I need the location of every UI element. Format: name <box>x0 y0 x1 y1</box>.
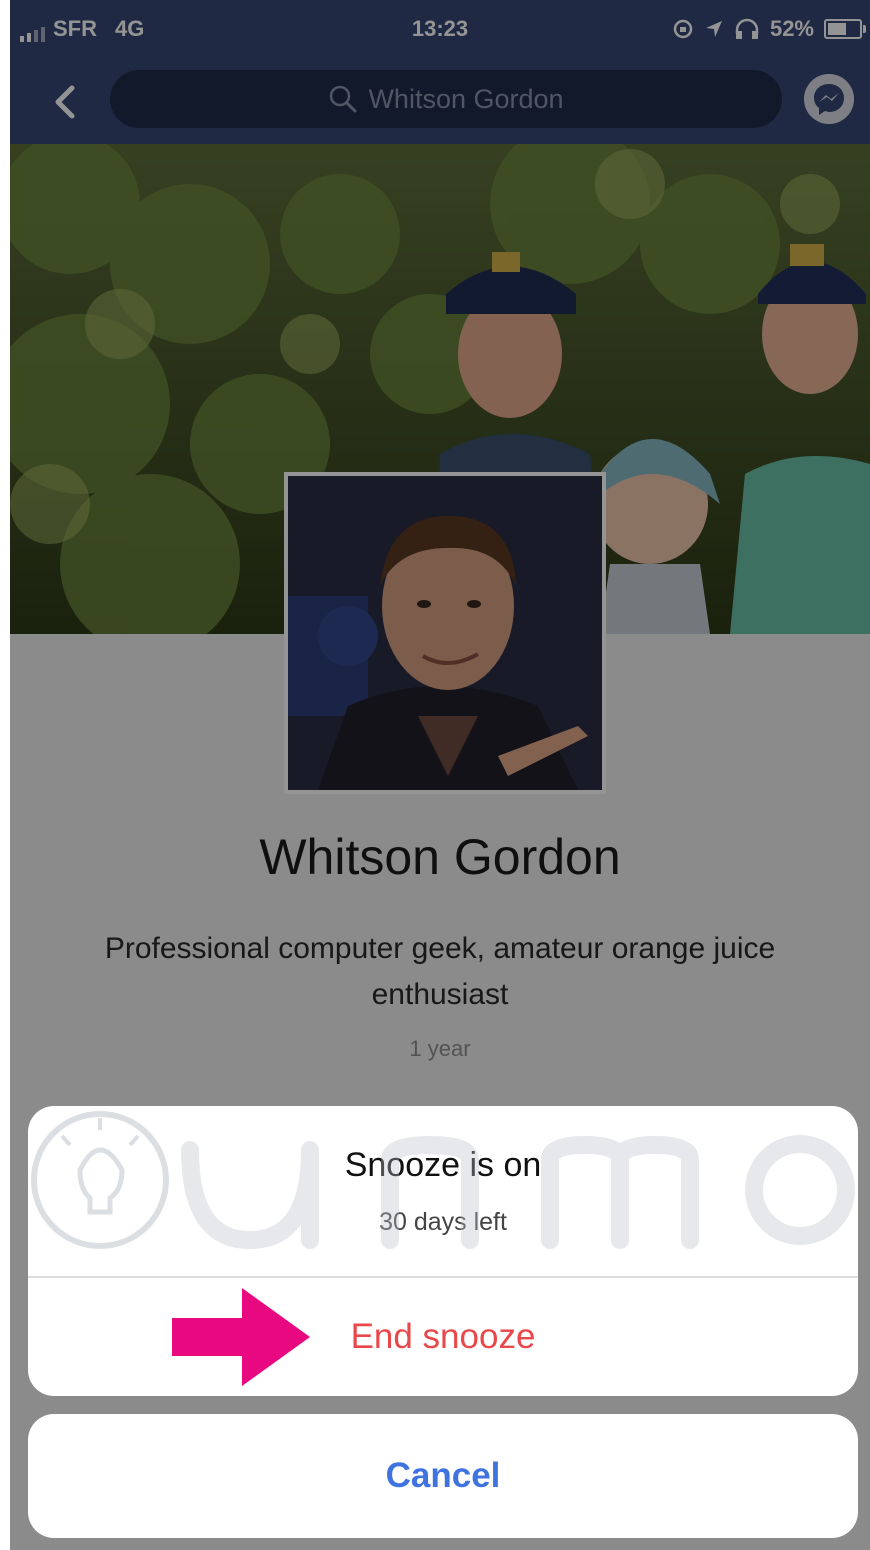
sheet-title: Snooze is on <box>344 1146 542 1184</box>
phone-screen: SFR 4G 13:23 52% Whitson Gordon Whitson … <box>10 0 870 1550</box>
snooze-action-sheet: Snooze is on 30 days left End snooze <box>28 1106 858 1396</box>
sheet-subtitle: 30 days left <box>379 1208 507 1236</box>
cancel-button[interactable]: Cancel <box>28 1414 858 1538</box>
end-snooze-button[interactable]: End snooze <box>28 1278 858 1396</box>
arrow-right-icon <box>172 1288 310 1386</box>
